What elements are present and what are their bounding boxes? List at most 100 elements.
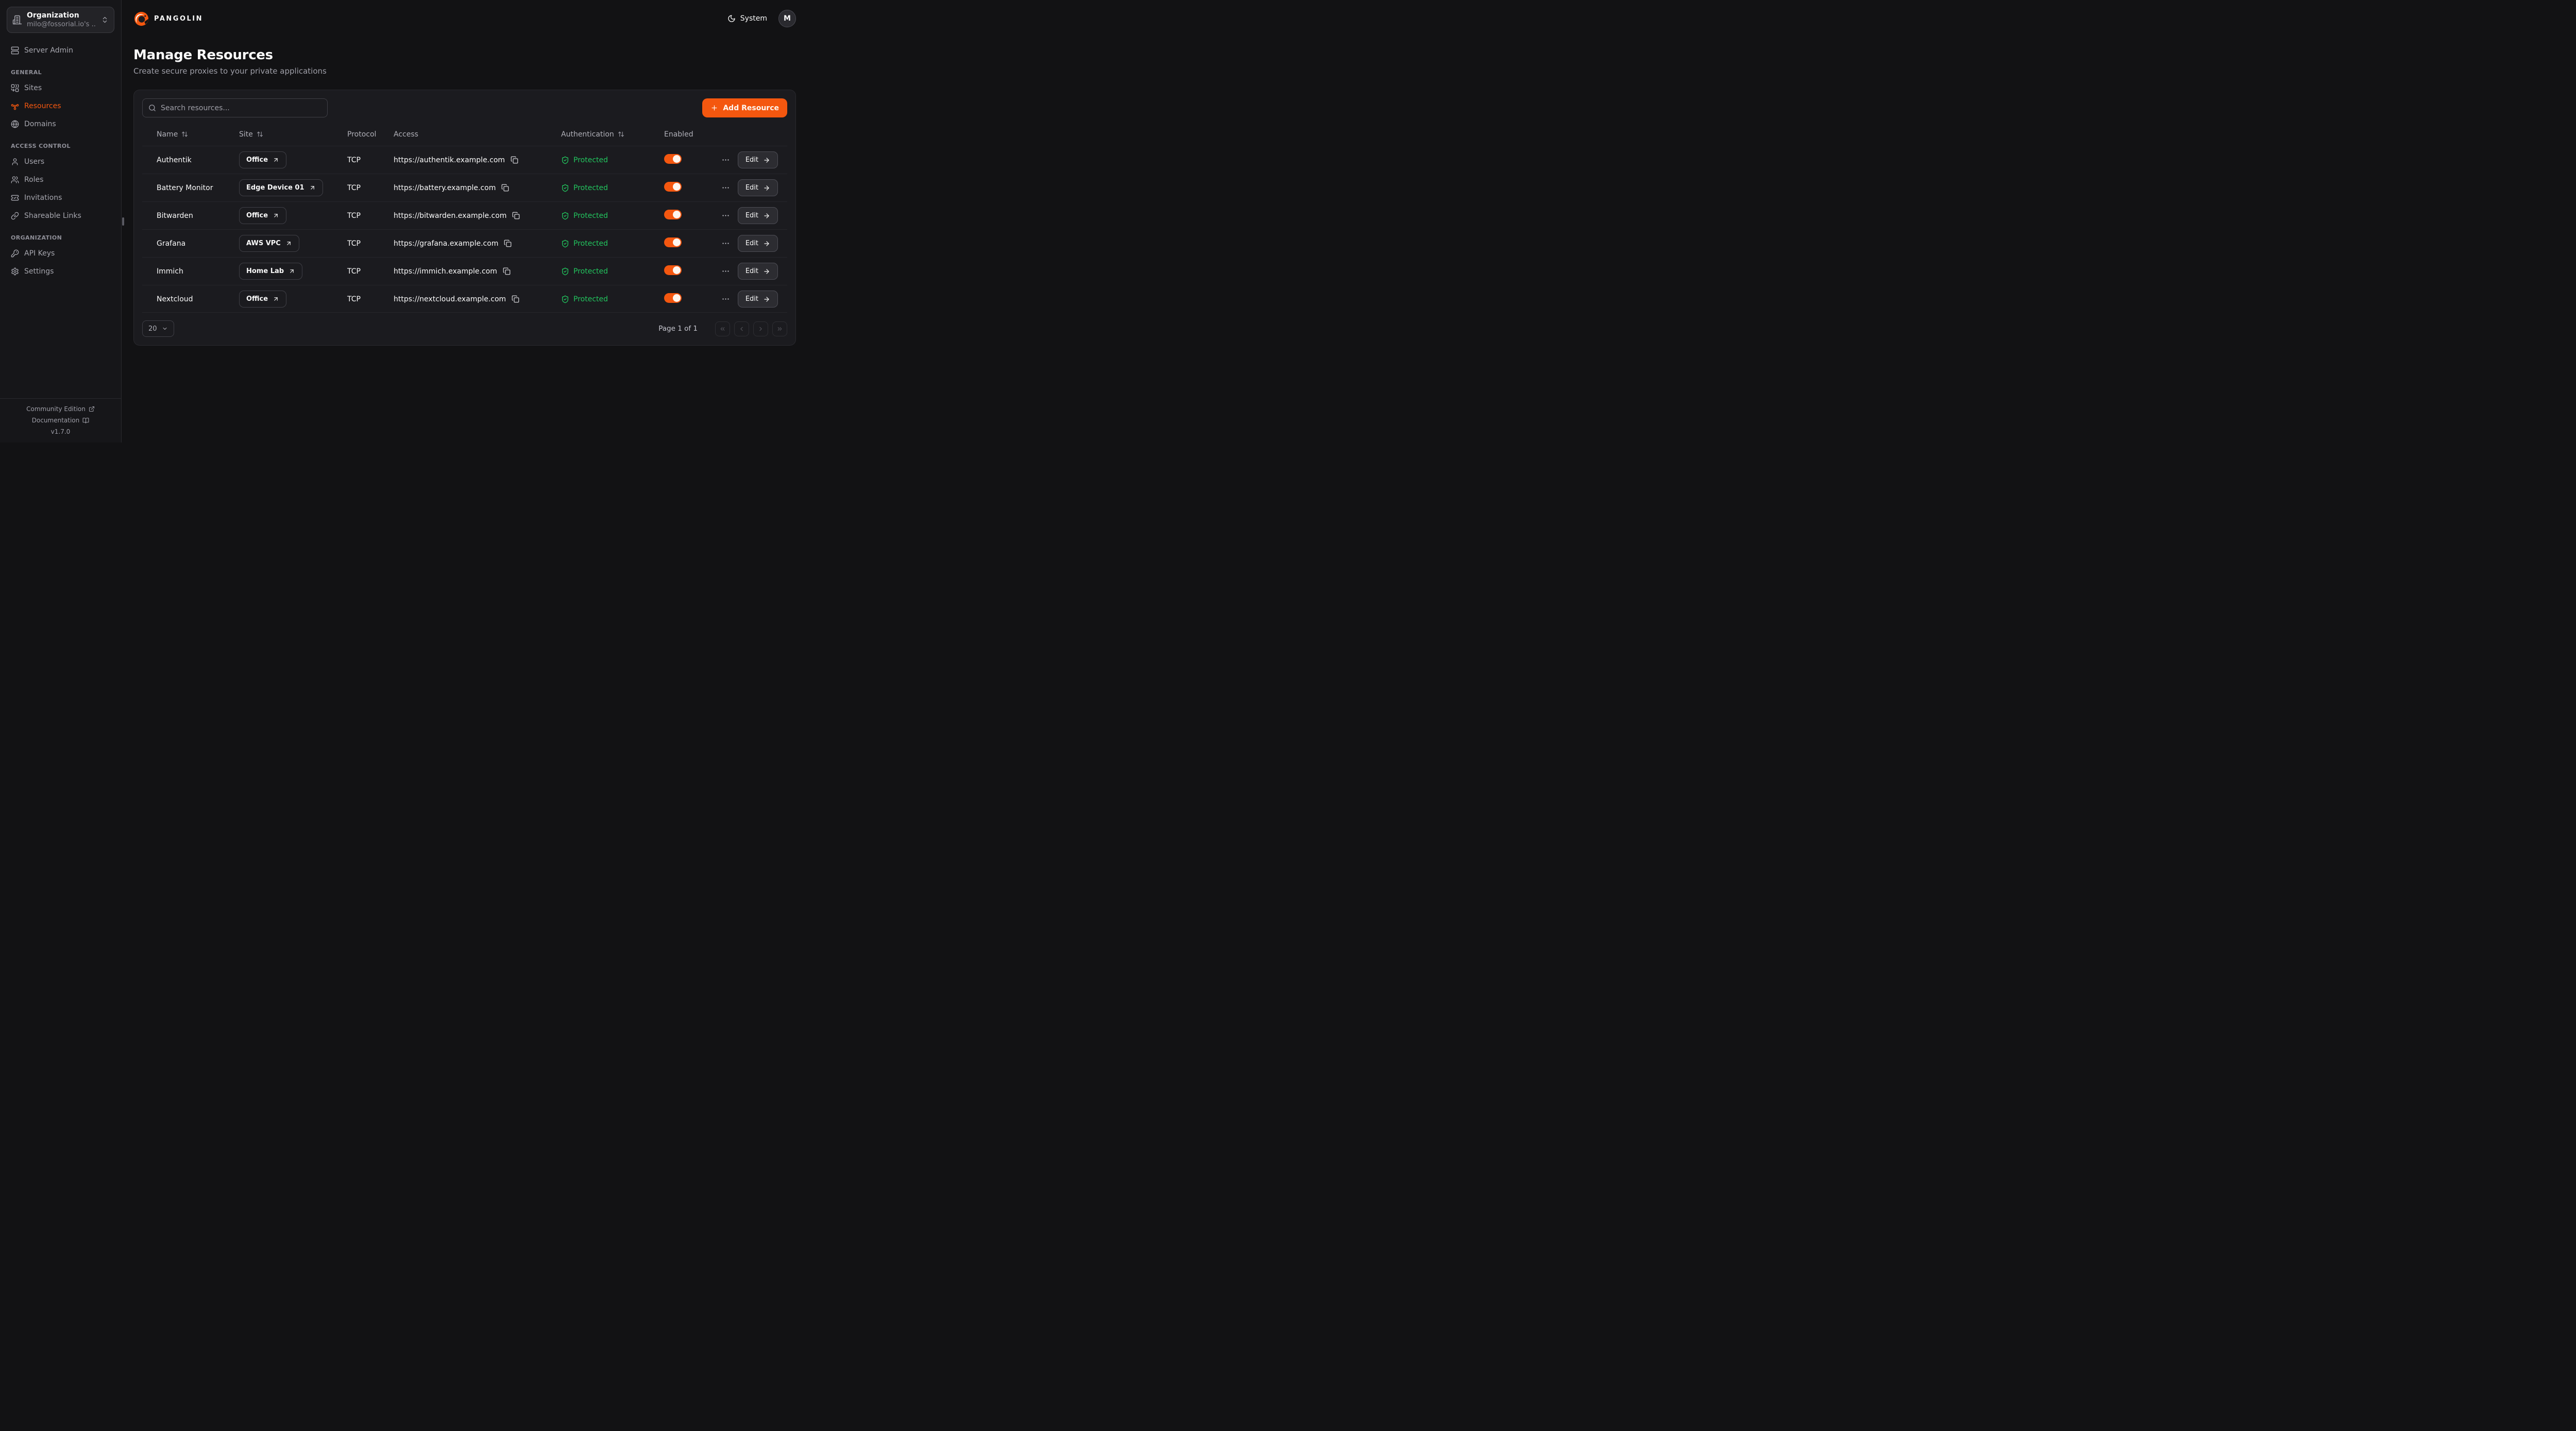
sort-icon <box>257 131 263 138</box>
copy-icon <box>512 295 519 303</box>
documentation-label: Documentation <box>32 415 80 426</box>
copy-url-button[interactable] <box>512 295 519 303</box>
table-row: AuthentikOfficeTCPhttps://authentik.exam… <box>142 146 787 174</box>
column-header-access: Access <box>387 130 555 139</box>
auth-status: Protected <box>555 267 658 276</box>
sidebar-item-api-keys[interactable]: API Keys <box>7 245 114 262</box>
row-menu-button[interactable] <box>721 211 730 220</box>
org-selector-label: Organization <box>27 11 96 20</box>
first-page-button[interactable] <box>715 321 730 336</box>
table-row: NextcloudOfficeTCPhttps://nextcloud.exam… <box>142 285 787 313</box>
copy-icon <box>511 156 518 164</box>
ellipsis-icon <box>721 183 730 192</box>
enabled-toggle[interactable] <box>664 154 682 164</box>
enabled-toggle[interactable] <box>664 237 682 247</box>
site-link-button[interactable]: Edge Device 01 <box>239 179 323 196</box>
sidebar-item-label: Shareable Links <box>24 211 81 221</box>
ellipsis-icon <box>721 267 730 276</box>
sidebar-item-roles[interactable]: Roles <box>7 172 114 188</box>
add-resource-label: Add Resource <box>723 104 779 112</box>
enabled-toggle[interactable] <box>664 182 682 192</box>
column-header-protocol: Protocol <box>341 130 387 139</box>
row-menu-button[interactable] <box>721 295 730 303</box>
edit-button[interactable]: Edit <box>738 263 778 280</box>
table-body: AuthentikOfficeTCPhttps://authentik.exam… <box>142 146 787 313</box>
copy-url-button[interactable] <box>511 156 518 164</box>
row-menu-button[interactable] <box>721 156 730 164</box>
column-header-authentication[interactable]: Authentication <box>555 130 658 139</box>
resource-protocol: TCP <box>341 295 387 303</box>
sidebar-item-invitations[interactable]: Invitations <box>7 190 114 206</box>
auth-status-label: Protected <box>573 212 608 220</box>
last-page-button[interactable] <box>772 321 787 336</box>
site-link-button[interactable]: AWS VPC <box>239 235 299 252</box>
arrow-right-icon <box>763 157 770 164</box>
sidebar-item-settings[interactable]: Settings <box>7 263 114 280</box>
theme-toggle[interactable]: System <box>727 14 767 23</box>
community-edition-link[interactable]: Community Edition <box>0 403 121 415</box>
sidebar-nav: Server AdminGENERALSitesResourcesDomains… <box>7 42 114 398</box>
main-content: PANGOLIN System M Manage Resources Creat… <box>122 0 808 442</box>
arrow-up-right-icon <box>289 268 295 275</box>
edit-button[interactable]: Edit <box>738 151 778 168</box>
sidebar-item-server-admin[interactable]: Server Admin <box>7 42 114 59</box>
resource-url: https://battery.example.com <box>394 184 496 192</box>
sidebar-item-sites[interactable]: Sites <box>7 80 114 96</box>
org-selector-value: milo@fossorial.io's ... <box>27 20 96 29</box>
page-status: Page 1 of 1 <box>658 325 698 333</box>
row-menu-button[interactable] <box>721 239 730 248</box>
site-link-button[interactable]: Home Lab <box>239 263 302 280</box>
sidebar-item-domains[interactable]: Domains <box>7 116 114 132</box>
sidebar-item-users[interactable]: Users <box>7 154 114 170</box>
org-selector[interactable]: Organization milo@fossorial.io's ... <box>7 7 114 33</box>
column-label: Site <box>239 130 253 139</box>
toggle-knob <box>673 155 681 163</box>
page-size-select[interactable]: 20 <box>142 320 174 337</box>
enabled-toggle[interactable] <box>664 210 682 219</box>
site-name: AWS VPC <box>246 240 281 247</box>
arrow-right-icon <box>763 212 770 219</box>
enabled-toggle[interactable] <box>664 265 682 275</box>
toggle-knob <box>673 294 681 302</box>
column-header-name[interactable]: Name <box>150 130 233 139</box>
copy-url-button[interactable] <box>504 240 512 247</box>
resource-name: Bitwarden <box>150 212 233 220</box>
plus-icon <box>710 104 718 112</box>
edit-button[interactable]: Edit <box>738 207 778 224</box>
edit-button[interactable]: Edit <box>738 291 778 308</box>
resource-protocol: TCP <box>341 156 387 164</box>
site-link-button[interactable]: Office <box>239 151 286 168</box>
edit-button-label: Edit <box>745 212 758 219</box>
table-header-row: NameSiteProtocolAccessAuthenticationEnab… <box>142 123 787 146</box>
sidebar-item-resources[interactable]: Resources <box>7 98 114 114</box>
avatar[interactable]: M <box>778 10 796 27</box>
enabled-toggle[interactable] <box>664 293 682 303</box>
previous-page-button[interactable] <box>734 321 749 336</box>
column-header-site[interactable]: Site <box>233 130 341 139</box>
add-resource-button[interactable]: Add Resource <box>702 98 787 117</box>
brand-logo[interactable]: PANGOLIN <box>133 11 203 27</box>
site-link-button[interactable]: Office <box>239 291 286 308</box>
sidebar-item-shareable-links[interactable]: Shareable Links <box>7 208 114 224</box>
search-input[interactable] <box>161 104 321 112</box>
edit-button[interactable]: Edit <box>738 235 778 252</box>
copy-url-button[interactable] <box>503 267 511 275</box>
sidebar-resize-handle[interactable] <box>122 217 124 226</box>
edit-button-label: Edit <box>745 295 758 303</box>
chevrons-left-icon <box>719 326 726 332</box>
shield-check-icon <box>561 184 569 192</box>
edit-button-label: Edit <box>745 267 758 275</box>
row-menu-button[interactable] <box>721 267 730 276</box>
site-link-button[interactable]: Office <box>239 207 286 224</box>
copy-url-button[interactable] <box>501 184 509 192</box>
next-page-button[interactable] <box>753 321 768 336</box>
sidebar-item-label: Sites <box>24 83 42 93</box>
page-size-value: 20 <box>148 325 157 333</box>
site-name: Edge Device 01 <box>246 184 304 192</box>
copy-url-button[interactable] <box>512 212 520 219</box>
edit-button[interactable]: Edit <box>738 179 778 196</box>
row-menu-button[interactable] <box>721 183 730 192</box>
moon-icon <box>727 14 736 23</box>
documentation-link[interactable]: Documentation <box>0 415 121 426</box>
site-name: Office <box>246 212 268 219</box>
